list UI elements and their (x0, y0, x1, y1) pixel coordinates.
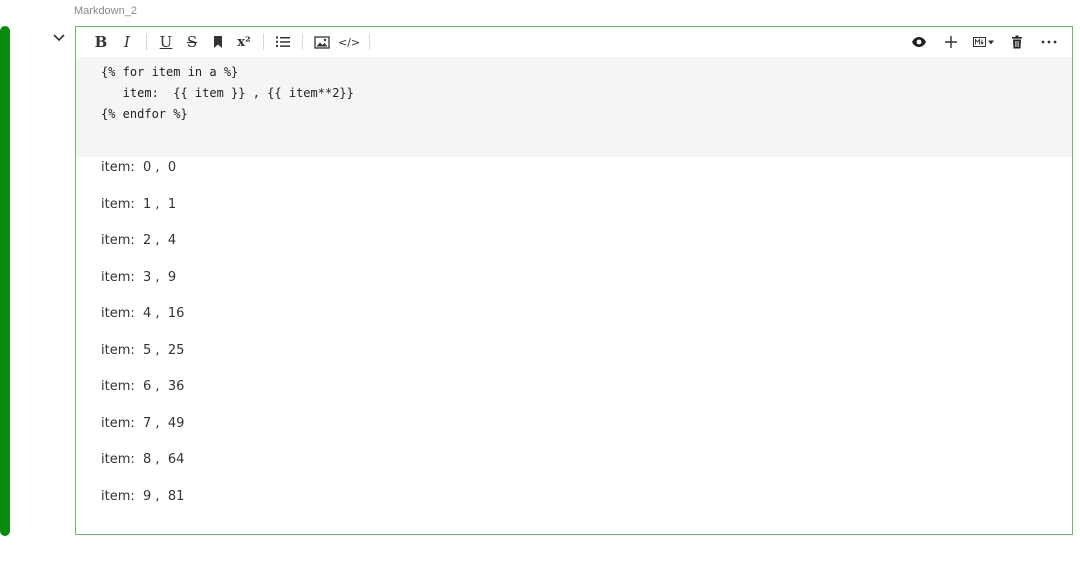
format-toolbar: B I U S x² </> (76, 27, 1072, 57)
trash-icon (1012, 35, 1022, 49)
more-horizontal-icon (1041, 40, 1057, 44)
cell-actions (906, 31, 1062, 53)
cell-title: Markdown_2 (74, 5, 137, 17)
output-line: item: 2 , 4 (101, 233, 177, 248)
eye-icon (912, 37, 926, 47)
bold-button[interactable]: B (88, 31, 114, 53)
rendered-output: item: 0 , 0 item: 1 , 1 item: 2 , 4 item… (101, 157, 184, 522)
active-cell-indicator (0, 26, 10, 536)
code-line: {% endfor %} (101, 107, 188, 121)
toolbar-divider (146, 34, 147, 50)
cell-type-button[interactable] (970, 31, 998, 53)
output-line: item: 6 , 36 (101, 379, 185, 394)
notebook-page: Markdown_2 B I U S x² </> {% for item in… (0, 0, 1080, 565)
output-line: item: 0 , 0 (101, 160, 177, 175)
toolbar-divider (302, 34, 303, 50)
chevron-down-icon[interactable] (52, 30, 66, 44)
code-button[interactable]: </> (335, 31, 363, 53)
ordered-list-icon (276, 36, 290, 47)
output-line: item: 4 , 16 (101, 306, 185, 321)
plus-icon (945, 36, 957, 48)
output-line: item: 7 , 49 (101, 415, 185, 431)
output-line: item: 1 , 1 (101, 196, 177, 212)
toolbar-divider (369, 34, 371, 50)
markdown-editor[interactable]: {% for item in a %} item: {{ item }} , {… (76, 57, 1072, 157)
output-line: item: 5 , 25 (101, 342, 185, 358)
image-button[interactable] (309, 31, 335, 53)
more-button[interactable] (1036, 31, 1062, 53)
ordered-list-button[interactable] (270, 31, 296, 53)
underline-button[interactable]: U (153, 31, 179, 53)
toolbar-divider (263, 34, 264, 50)
output-line: item: 8 , 64 (101, 452, 185, 467)
strikethrough-button[interactable]: S (179, 31, 205, 53)
output-line: item: 3 , 9 (101, 269, 177, 285)
output-line: item: 9 , 81 (101, 488, 185, 504)
bookmark-icon (214, 36, 222, 48)
bookmark-button[interactable] (205, 31, 231, 53)
code-line: item: {{ item }} , {{ item**2}} (101, 86, 354, 100)
italic-button[interactable]: I (114, 31, 140, 53)
image-icon (314, 35, 330, 49)
preview-button[interactable] (906, 31, 932, 53)
add-cell-button[interactable] (938, 31, 964, 53)
markdown-cell[interactable]: B I U S x² </> {% for item in a %} item:… (75, 26, 1073, 535)
code-line: {% for item in a %} (101, 65, 239, 79)
superscript-button[interactable]: x² (231, 31, 257, 53)
markdown-icon (973, 37, 994, 47)
delete-button[interactable] (1004, 31, 1030, 53)
